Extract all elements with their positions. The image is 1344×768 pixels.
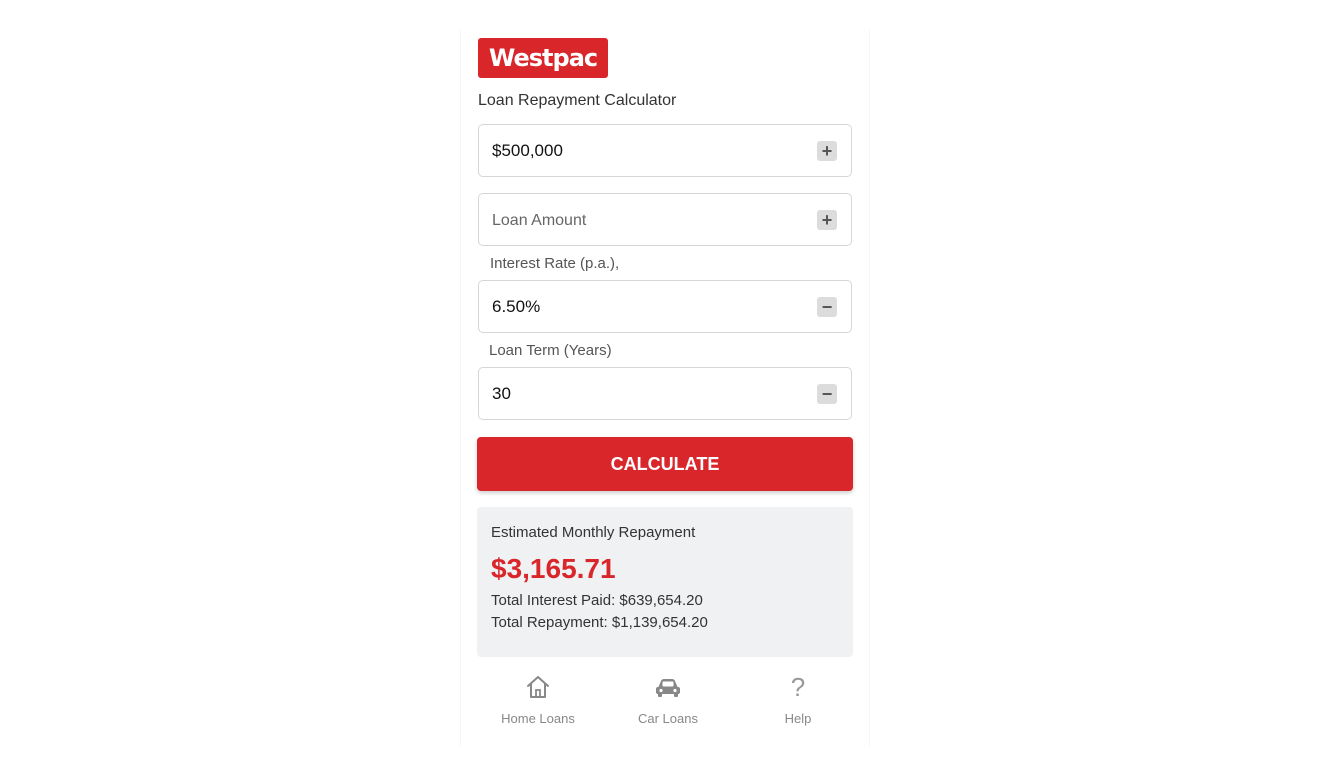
loan-term-field[interactable]: − (478, 367, 852, 420)
amount-input[interactable] (492, 125, 792, 176)
home-icon (524, 673, 552, 701)
interest-rate-input[interactable] (492, 281, 792, 332)
westpac-logo: Westpac (478, 38, 608, 78)
nav-item-home-loans[interactable]: Home Loans (473, 673, 603, 733)
nav-item-car-loans[interactable]: Car Loans (603, 673, 733, 733)
amount-field[interactable]: + (478, 124, 852, 177)
help-glyph: ? (790, 672, 806, 702)
result-panel: Estimated Monthly Repayment $3,165.71 To… (477, 507, 853, 657)
nav-label: Help (784, 711, 812, 726)
nav-item-help[interactable]: ? Help (733, 673, 863, 733)
bottom-nav: Home Loans Car Loans ? Help (473, 673, 863, 733)
increment-button[interactable]: + (817, 141, 837, 161)
decrement-button[interactable]: − (817, 297, 837, 317)
loan-term-input[interactable] (492, 368, 792, 419)
calculate-button[interactable]: CALCULATE (477, 437, 853, 491)
interest-rate-field[interactable]: − (478, 280, 852, 333)
help-icon: ? (784, 673, 812, 701)
loan-amount-field[interactable]: + (478, 193, 852, 246)
page-title: Loan Repayment Calculator (478, 92, 677, 109)
logo-text: Westpac (488, 44, 598, 72)
monthly-repayment-value: $3,165.71 (491, 553, 616, 584)
result-label: Estimated Monthly Repayment (491, 524, 696, 541)
loan-amount-input[interactable] (492, 194, 792, 245)
nav-label: Car Loans (638, 711, 698, 726)
decrement-button[interactable]: − (817, 384, 837, 404)
interest-rate-label: Interest Rate (p.a.), (490, 255, 620, 272)
increment-button[interactable]: + (817, 210, 837, 230)
car-icon (654, 673, 682, 701)
loan-term-label: Loan Term (Years) (489, 342, 612, 359)
total-repayment-text: Total Repayment: $1,139,654.20 (491, 614, 708, 631)
calculator-screen: Westpac Loan Repayment Calculator + + In… (460, 30, 870, 746)
total-interest-text: Total Interest Paid: $639,654.20 (491, 592, 703, 609)
nav-label: Home Loans (501, 711, 575, 726)
